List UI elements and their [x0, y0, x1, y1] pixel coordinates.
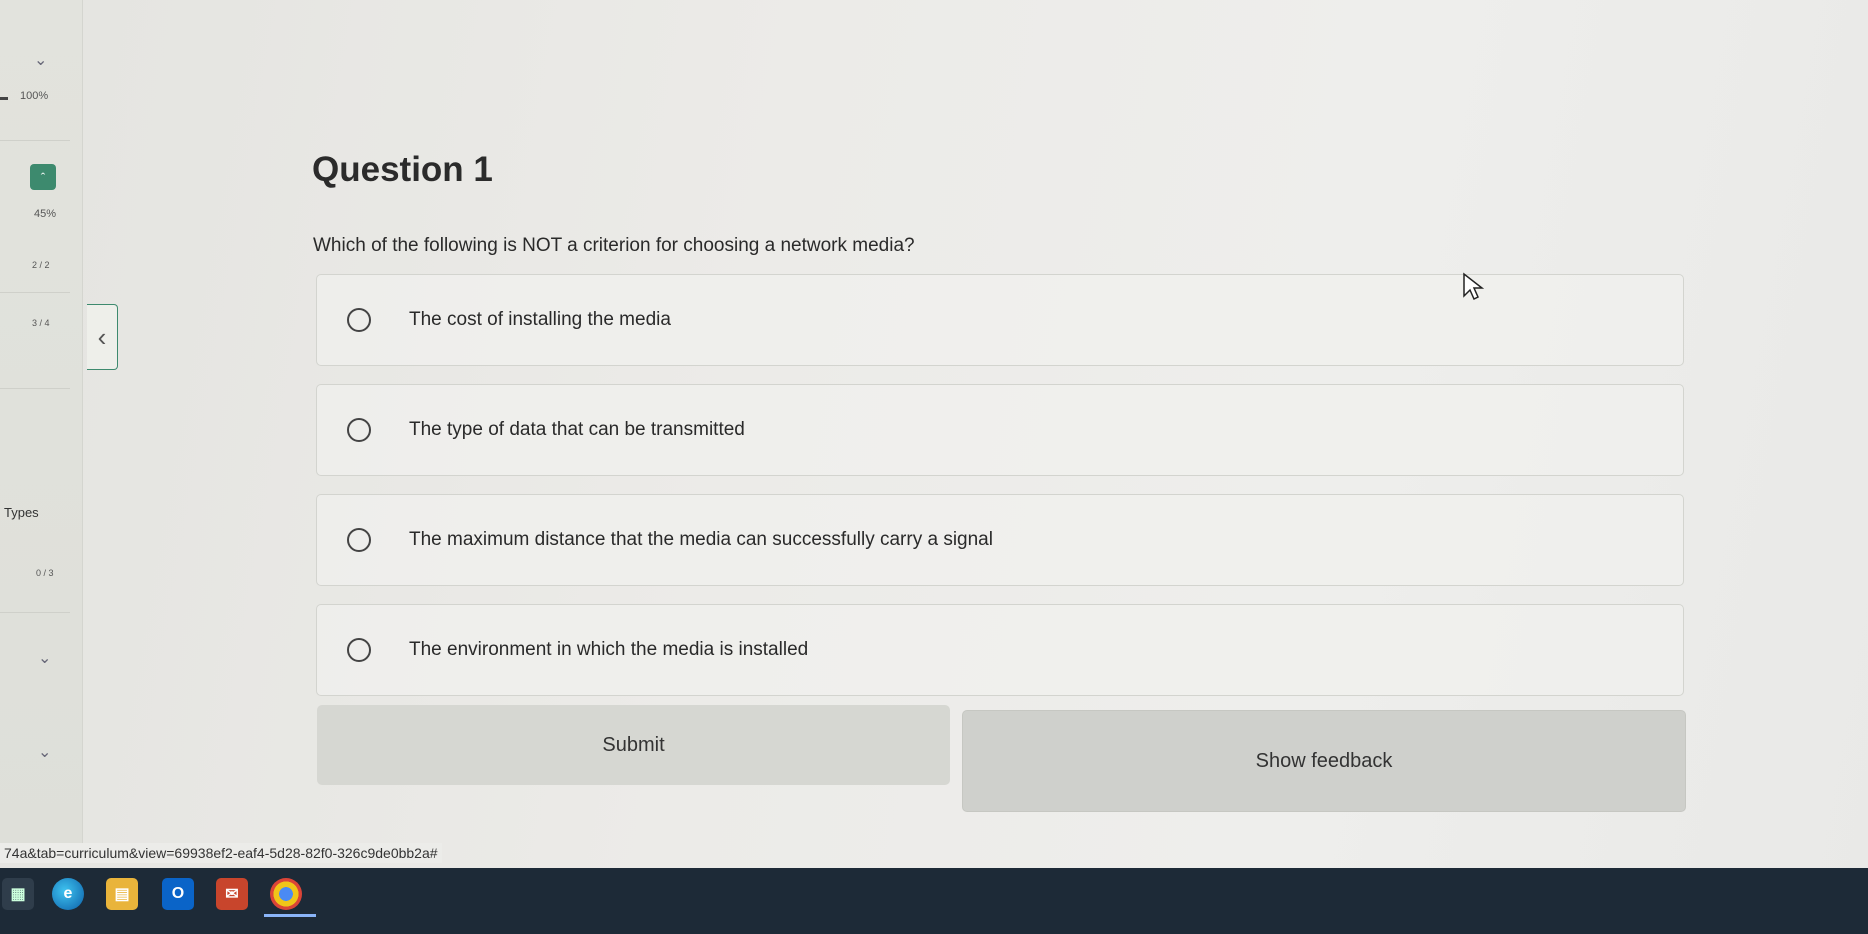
module-count: 3 / 4 [32, 318, 50, 328]
sidebar-divider [0, 292, 70, 293]
radio-button[interactable] [347, 638, 371, 662]
collapse-sidebar-button[interactable]: ‹ [87, 304, 118, 370]
chevron-left-icon: ‹ [97, 321, 107, 352]
section-label[interactable]: Types [4, 505, 39, 520]
course-sidebar: ⌄ 100% ˆ 45% 2 / 2 3 / 4 Types 0 / 3 ⌄ ⌄ [0, 0, 83, 860]
chrome-icon[interactable] [270, 878, 302, 910]
taskbar: ▦ e ▤ O ✉ [0, 868, 1868, 934]
option-label: The environment in which the media is in… [409, 639, 809, 660]
answer-option[interactable]: The type of data that can be transmitted [316, 384, 1684, 476]
chevron-up-icon[interactable]: ˆ [30, 164, 56, 190]
file-explorer-icon[interactable]: ▤ [106, 878, 138, 910]
chevron-down-icon[interactable]: ⌄ [38, 742, 51, 762]
sidebar-divider [0, 612, 70, 613]
chevron-down-icon[interactable]: ⌄ [38, 648, 51, 668]
widgets-icon[interactable]: ▦ [2, 878, 34, 910]
mail-icon[interactable]: ✉ [216, 878, 248, 910]
submit-button[interactable]: Submit [317, 705, 950, 785]
chevron-down-icon[interactable]: ⌄ [34, 50, 47, 70]
active-app-indicator [264, 914, 316, 917]
radio-button[interactable] [347, 418, 371, 442]
edge-icon[interactable]: e [52, 878, 84, 910]
option-label: The type of data that can be transmitted [409, 419, 745, 440]
sidebar-divider [0, 140, 70, 141]
module-count: 2 / 2 [32, 260, 50, 270]
progress-mid: 45% [34, 208, 57, 220]
outlook-icon[interactable]: O [162, 878, 194, 910]
answer-option[interactable]: The environment in which the media is in… [316, 604, 1684, 696]
status-url: 74a&tab=curriculum&view=69938ef2-eaf4-5d… [0, 843, 442, 863]
option-label: The maximum distance that the media can … [409, 529, 993, 550]
sidebar-divider [0, 388, 70, 389]
progress-marker [0, 97, 8, 100]
question-text: Which of the following is NOT a criterio… [313, 235, 915, 256]
radio-button[interactable] [347, 308, 371, 332]
radio-button[interactable] [347, 528, 371, 552]
answer-option[interactable]: The maximum distance that the media can … [316, 494, 1684, 586]
show-feedback-button[interactable]: Show feedback [962, 710, 1686, 812]
option-label: The cost of installing the media [409, 309, 671, 330]
module-count: 0 / 3 [36, 568, 54, 578]
progress-top: 100% [20, 90, 49, 102]
mouse-cursor-icon [1463, 272, 1484, 301]
question-title: Question 1 [312, 150, 493, 189]
